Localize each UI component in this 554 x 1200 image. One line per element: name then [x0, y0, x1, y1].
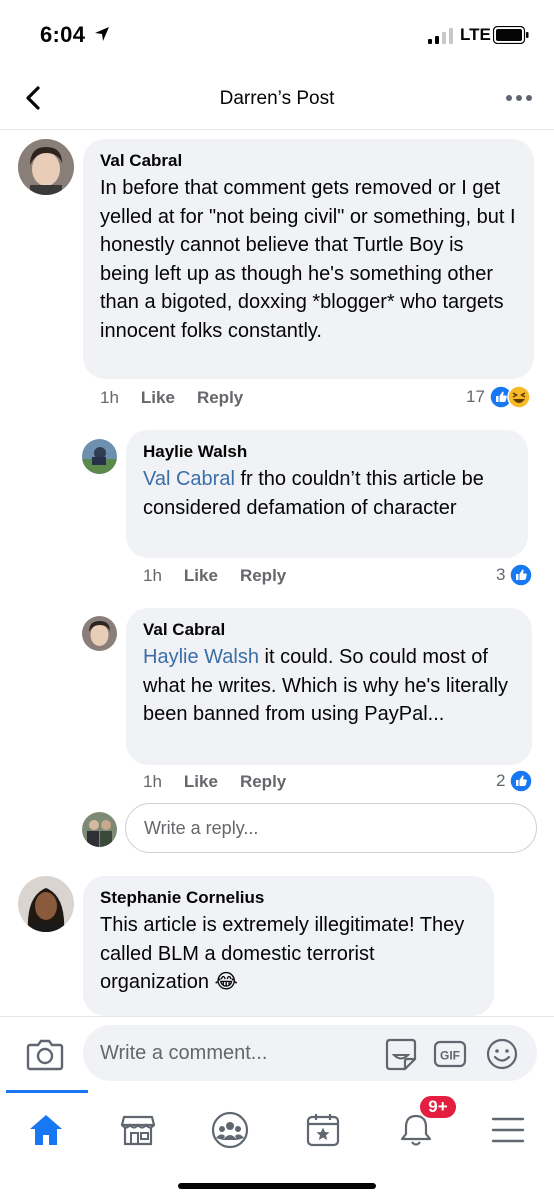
- comment-text: Haylie Walsh it could. So could most of …: [143, 643, 515, 729]
- haha-reaction-icon: [507, 385, 531, 409]
- like-button[interactable]: Like: [184, 566, 218, 586]
- reply-input[interactable]: Write a reply...: [125, 803, 537, 853]
- comment-author[interactable]: Stephanie Cornelius: [100, 888, 477, 908]
- post-header: Darren’s Post: [0, 70, 554, 130]
- comment-author[interactable]: Val Cabral: [100, 151, 517, 171]
- mention-link[interactable]: Val Cabral: [143, 468, 235, 490]
- like-reaction-icon: [509, 769, 534, 793]
- comments-list: Val Cabral In before that comment gets r…: [0, 131, 554, 1016]
- comment-actions: 1h Like Reply: [143, 772, 286, 792]
- signal-strength-icon: [428, 28, 453, 44]
- reaction-summary[interactable]: 3: [496, 563, 534, 587]
- profile-photo: [82, 812, 117, 847]
- profile-photo: [82, 616, 117, 651]
- comment-text: Val Cabral fr tho couldn’t this article …: [143, 465, 511, 522]
- avatar[interactable]: [18, 876, 74, 932]
- comment-text: In before that comment gets removed or I…: [100, 177, 516, 342]
- active-tab-indicator: [6, 1090, 88, 1093]
- comment-author[interactable]: Val Cabral: [143, 620, 515, 640]
- like-button[interactable]: Like: [184, 772, 218, 792]
- tab-news-feed[interactable]: [293, 1100, 353, 1160]
- comment-bubble[interactable]: Val Cabral In before that comment gets r…: [83, 139, 534, 379]
- location-arrow-icon: [95, 27, 109, 41]
- tab-home[interactable]: [16, 1100, 76, 1160]
- comment-bubble[interactable]: Val Cabral Haylie Walsh it could. So cou…: [126, 608, 532, 765]
- like-button[interactable]: Like: [141, 388, 175, 408]
- mention-link[interactable]: Haylie Walsh: [143, 646, 259, 668]
- like-reaction-icon: [509, 563, 534, 587]
- tab-menu[interactable]: [478, 1100, 538, 1160]
- reply-button[interactable]: Reply: [197, 388, 243, 408]
- reaction-summary[interactable]: 17: [466, 385, 531, 409]
- comment-text: This article is extremely illegitimate! …: [100, 914, 465, 993]
- comment-placeholder: Write a comment...: [100, 1042, 268, 1064]
- reply-button[interactable]: Reply: [240, 566, 286, 586]
- news-icon: [306, 1114, 340, 1147]
- profile-photo: [82, 439, 117, 474]
- sticker-icon[interactable]: [383, 1037, 419, 1071]
- profile-photo: [18, 876, 74, 932]
- tab-groups[interactable]: [200, 1100, 260, 1160]
- comment-time: 1h: [143, 566, 162, 585]
- tab-marketplace[interactable]: [108, 1100, 168, 1160]
- reaction-count: 2: [496, 771, 506, 790]
- comment-time: 1h: [100, 388, 119, 407]
- my-avatar: [82, 812, 117, 847]
- comment-composer: Write a comment... GIF: [0, 1016, 554, 1090]
- avatar[interactable]: [82, 439, 117, 474]
- network-type: LTE: [460, 25, 491, 44]
- marketplace-icon: [120, 1115, 156, 1146]
- reaction-count: 3: [496, 565, 506, 584]
- comment-bubble[interactable]: Haylie Walsh Val Cabral fr tho couldn’t …: [126, 430, 528, 558]
- comment-actions: 1h Like Reply: [100, 388, 243, 408]
- page-title: Darren’s Post: [219, 88, 335, 109]
- gif-icon[interactable]: GIF: [433, 1039, 467, 1069]
- status-bar: 6:04 LTE: [0, 0, 554, 70]
- groups-icon: [211, 1111, 249, 1149]
- reaction-summary[interactable]: 2: [496, 769, 534, 793]
- notification-badge: 9+: [418, 1094, 458, 1120]
- hamburger-menu-icon: [491, 1117, 525, 1143]
- home-icon: [30, 1115, 62, 1145]
- comment-author[interactable]: Haylie Walsh: [143, 442, 511, 462]
- more-options-icon[interactable]: [504, 88, 534, 108]
- avatar[interactable]: [82, 616, 117, 651]
- gif-label: GIF: [440, 1049, 460, 1063]
- profile-photo: [18, 139, 74, 195]
- comment-input[interactable]: Write a comment... GIF: [83, 1025, 537, 1081]
- comment-time: 1h: [143, 772, 162, 791]
- home-indicator: [178, 1183, 376, 1189]
- battery-icon: [493, 26, 529, 44]
- status-time: 6:04: [40, 22, 86, 47]
- avatar[interactable]: [18, 139, 74, 195]
- reaction-count: 17: [466, 387, 485, 406]
- comment-bubble[interactable]: Stephanie Cornelius This article is extr…: [83, 876, 494, 1016]
- comment-actions: 1h Like Reply: [143, 566, 286, 586]
- camera-icon[interactable]: [26, 1037, 64, 1071]
- reply-button[interactable]: Reply: [240, 772, 286, 792]
- emoji-icon[interactable]: [485, 1037, 519, 1071]
